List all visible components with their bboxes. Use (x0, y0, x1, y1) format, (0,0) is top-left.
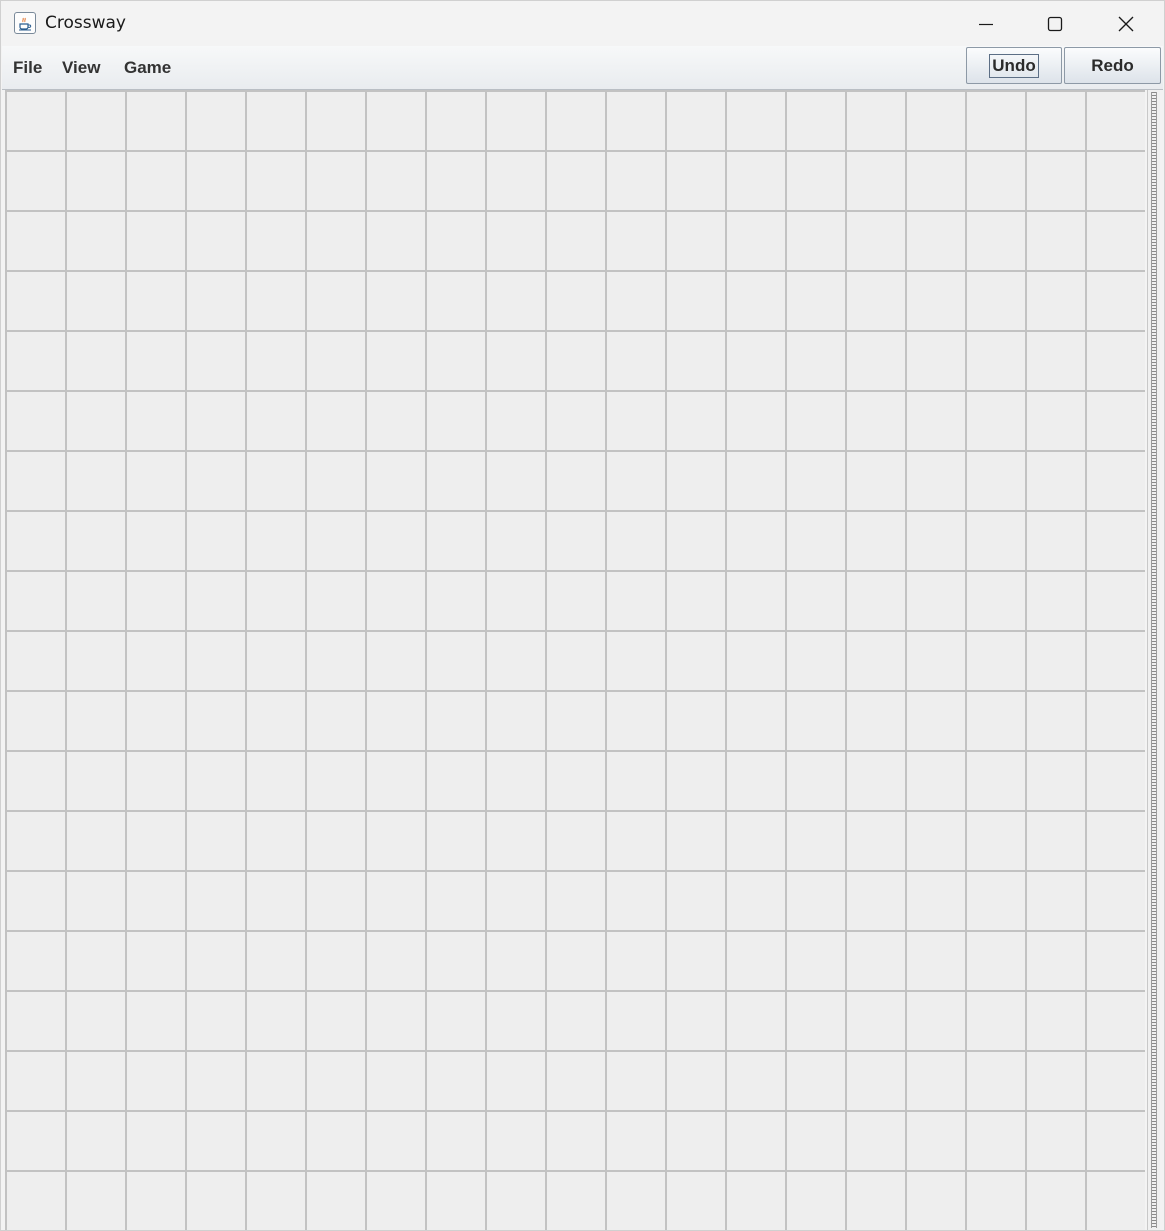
minimize-icon (979, 23, 993, 25)
resize-handle[interactable] (1147, 90, 1160, 1230)
maximize-button[interactable] (1026, 1, 1084, 46)
app-window: Crossway File View Game Undo Redo (0, 0, 1165, 1231)
title-bar[interactable]: Crossway (1, 1, 1164, 46)
window-title: Crossway (45, 13, 126, 33)
undo-button[interactable]: Undo (966, 47, 1062, 84)
close-icon (1118, 16, 1134, 31)
menu-game[interactable]: Game (124, 58, 171, 78)
redo-button[interactable]: Redo (1064, 47, 1161, 84)
maximize-icon (1047, 16, 1063, 31)
redo-label: Redo (1091, 55, 1134, 75)
resize-grip (1151, 92, 1157, 1228)
game-board[interactable] (5, 90, 1145, 1230)
minimize-button[interactable] (957, 1, 1015, 46)
java-cup-icon (14, 12, 36, 34)
menu-file[interactable]: File (13, 58, 42, 78)
menu-bar: File View Game Undo Redo (2, 46, 1163, 90)
close-button[interactable] (1097, 1, 1155, 46)
undo-label: Undo (989, 53, 1039, 78)
menu-view[interactable]: View (62, 58, 100, 78)
